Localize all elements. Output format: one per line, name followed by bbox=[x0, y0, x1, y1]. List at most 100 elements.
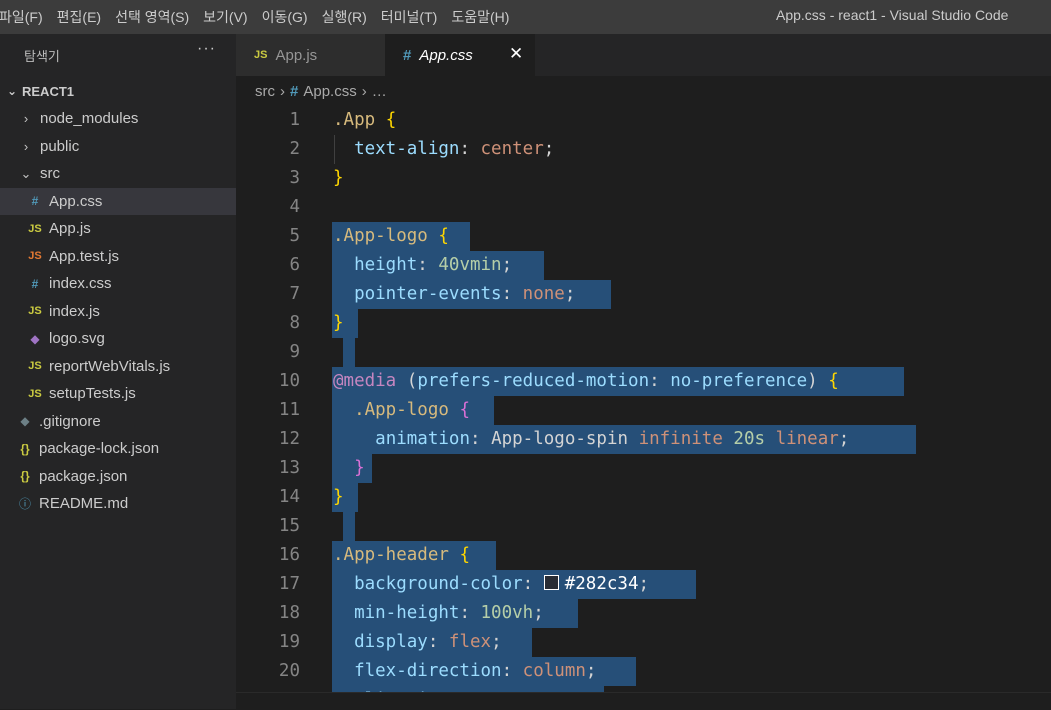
tree-item[interactable]: › public bbox=[0, 133, 236, 161]
menu-selection[interactable]: 선택 영역(S) bbox=[108, 0, 196, 34]
tree-item[interactable]: ⓘ README.md bbox=[0, 490, 236, 518]
chevron-down-icon: ⌄ bbox=[20, 165, 32, 181]
menu-bar: 파일(F) 편집(E) 선택 영역(S) 보기(V) 이동(G) 실행(R) 터… bbox=[0, 0, 516, 34]
code-line: 11 .App-logo { bbox=[236, 396, 1051, 425]
file-type-icon: # bbox=[31, 194, 39, 209]
tree-item[interactable]: {} package.json bbox=[0, 463, 236, 491]
menu-go[interactable]: 이동(G) bbox=[255, 0, 315, 34]
tree-item-label: public bbox=[40, 137, 80, 155]
line-number: 4 bbox=[289, 197, 300, 217]
file-type-icon: JS bbox=[28, 387, 42, 400]
code-line: 18 min-height: 100vh; bbox=[236, 599, 1051, 628]
tree-item-label: index.css bbox=[49, 275, 112, 293]
tree-item[interactable]: ⌄ src bbox=[0, 160, 236, 188]
line-content: @media (prefers-reduced-motion: no-prefe… bbox=[333, 371, 839, 391]
line-number: 5 bbox=[289, 226, 300, 246]
selection-highlight bbox=[343, 338, 355, 367]
tree-item[interactable]: JS setupTests.js bbox=[0, 380, 236, 408]
code-line: 12 animation: App-logo-spin infinite 20s… bbox=[236, 425, 1051, 454]
line-content: .App-logo { bbox=[333, 226, 449, 246]
line-number: 1 bbox=[289, 110, 300, 130]
css-file-icon: # bbox=[290, 82, 299, 100]
line-number: 7 bbox=[289, 284, 300, 304]
menu-view[interactable]: 보기(V) bbox=[196, 0, 254, 34]
breadcrumb-file[interactable]: App.css bbox=[303, 83, 356, 100]
menu-run[interactable]: 실행(R) bbox=[315, 0, 374, 34]
file-type-icon: ◆ bbox=[20, 414, 30, 429]
tree-item-label: .gitignore bbox=[39, 412, 101, 430]
line-number: 6 bbox=[289, 255, 300, 275]
tree-item[interactable]: › node_modules bbox=[0, 105, 236, 133]
line-content: } bbox=[333, 313, 344, 333]
code-line: 15 bbox=[236, 512, 1051, 541]
tree-item[interactable]: JS index.js bbox=[0, 298, 236, 326]
tree-item[interactable]: # App.css bbox=[0, 187, 236, 215]
window-title: App.css - react1 - Visual Studio Code bbox=[776, 7, 1009, 23]
chevron-right-icon: › bbox=[280, 82, 285, 100]
code-line: 5 .App-logo { bbox=[236, 222, 1051, 251]
tree-item[interactable]: JS App.test.js bbox=[0, 243, 236, 271]
workspace-folder[interactable]: ⌄ REACT1 bbox=[0, 80, 236, 102]
tree-item[interactable]: JS reportWebVitals.js bbox=[0, 353, 236, 381]
breadcrumb-src[interactable]: src bbox=[255, 83, 275, 100]
line-number: 14 bbox=[278, 487, 300, 507]
file-type-icon: {} bbox=[20, 469, 30, 484]
code-editor[interactable]: 1 .App { 2 text-align: center; 3 } 4 5 .… bbox=[236, 106, 1051, 709]
chevron-right-icon: › bbox=[23, 138, 29, 154]
tree-item[interactable]: # index.css bbox=[0, 270, 236, 298]
code-line: 4 bbox=[236, 193, 1051, 222]
file-type-icon: JS bbox=[28, 222, 42, 235]
more-actions-icon[interactable]: ··· bbox=[197, 40, 216, 58]
line-number: 3 bbox=[289, 168, 300, 188]
line-number: 12 bbox=[278, 429, 300, 449]
menu-help[interactable]: 도움말(H) bbox=[444, 0, 516, 34]
file-type-icon: # bbox=[31, 276, 39, 291]
selection-highlight bbox=[343, 512, 355, 541]
file-type-icon: JS bbox=[28, 360, 42, 373]
file-type-icon: JS bbox=[28, 305, 42, 318]
tab-bar: JS App.js # App.css ✕ bbox=[236, 34, 1051, 76]
menu-edit[interactable]: 편집(E) bbox=[50, 0, 108, 34]
code-line: 6 height: 40vmin; bbox=[236, 251, 1051, 280]
tab-app-js[interactable]: JS App.js bbox=[236, 34, 385, 76]
tab-label: App.js bbox=[275, 46, 318, 64]
breadcrumb: src › # App.css › … bbox=[236, 76, 1051, 106]
code-line: 2 text-align: center; bbox=[236, 135, 1051, 164]
tree-item-label: reportWebVitals.js bbox=[49, 357, 171, 375]
code-line: 7 pointer-events: none; bbox=[236, 280, 1051, 309]
line-content: display: flex; bbox=[354, 632, 502, 652]
line-number: 18 bbox=[278, 603, 300, 623]
chevron-right-icon: › bbox=[23, 111, 29, 127]
menu-file[interactable]: 파일(F) bbox=[0, 0, 50, 34]
code-line: 8 } bbox=[236, 309, 1051, 338]
tree-item-label: node_modules bbox=[40, 110, 139, 128]
menu-terminal[interactable]: 터미널(T) bbox=[374, 0, 445, 34]
code-line: 20 flex-direction: column; bbox=[236, 657, 1051, 686]
tree-item[interactable]: JS App.js bbox=[0, 215, 236, 243]
line-number: 16 bbox=[278, 545, 300, 565]
tree-item-label: App.js bbox=[49, 220, 91, 238]
tree-item[interactable]: {} package-lock.json bbox=[0, 435, 236, 463]
file-type-icon: {} bbox=[20, 441, 30, 456]
tree-item-label: src bbox=[40, 165, 60, 183]
line-number: 19 bbox=[278, 632, 300, 652]
tab-app-css[interactable]: # App.css ✕ bbox=[385, 34, 535, 76]
color-swatch[interactable] bbox=[543, 575, 559, 590]
tree-item[interactable]: ◆ .gitignore bbox=[0, 408, 236, 436]
css-file-icon: # bbox=[403, 46, 412, 64]
code-line: 14 } bbox=[236, 483, 1051, 512]
line-content: } bbox=[354, 458, 365, 478]
tree-item-label: setupTests.js bbox=[49, 385, 136, 403]
tree-item[interactable]: ◆ logo.svg bbox=[0, 325, 236, 353]
tab-label: App.css bbox=[419, 46, 473, 64]
horizontal-scrollbar[interactable] bbox=[236, 692, 1051, 710]
breadcrumb-more[interactable]: … bbox=[372, 83, 387, 100]
close-icon[interactable]: ✕ bbox=[509, 44, 523, 64]
line-number: 20 bbox=[278, 661, 300, 681]
line-number: 13 bbox=[278, 458, 300, 478]
workspace-folder-label: REACT1 bbox=[22, 83, 75, 99]
file-tree: › node_modules › public ⌄ src # App.css JS App.js… bbox=[0, 105, 236, 518]
title-bar: 파일(F) 편집(E) 선택 영역(S) 보기(V) 이동(G) 실행(R) 터… bbox=[0, 0, 1051, 34]
line-number: 2 bbox=[289, 139, 300, 159]
line-number: 11 bbox=[278, 400, 300, 420]
